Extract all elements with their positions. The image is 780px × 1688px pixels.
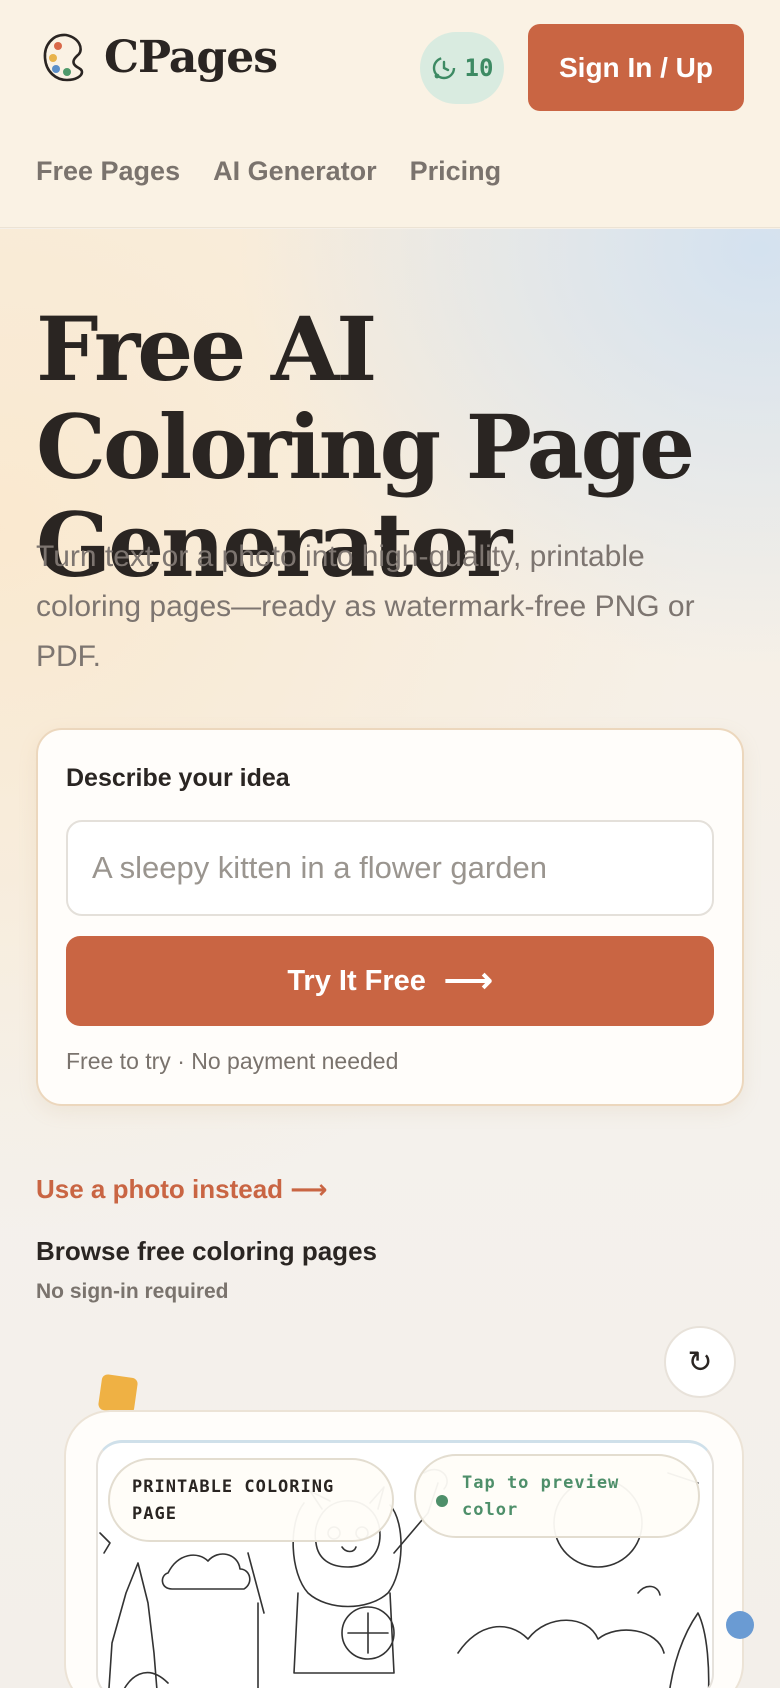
credits-icon xyxy=(432,56,455,80)
credits-badge[interactable]: 10 xyxy=(420,32,504,104)
nav-ai-generator[interactable]: AI Generator xyxy=(213,156,377,187)
browse-subtitle: No sign-in required xyxy=(36,1280,229,1303)
status-dot-icon xyxy=(436,1495,448,1507)
main-nav: Free Pages AI Generator Pricing xyxy=(36,156,501,187)
free-note: Free to try · No payment needed xyxy=(66,1048,399,1074)
credits-count: 10 xyxy=(464,54,494,82)
sign-in-button[interactable]: Sign In / Up xyxy=(528,24,744,111)
use-photo-link[interactable]: Use a photo instead ⟶ xyxy=(36,1174,328,1205)
idea-input[interactable] xyxy=(66,820,714,916)
decorative-sticker xyxy=(97,1373,139,1415)
try-it-free-button[interactable]: Try It Free ⟶ xyxy=(66,936,714,1026)
brand-logo[interactable]: CPages xyxy=(40,30,278,84)
hero-subtitle: Turn text or a photo into high-quality, … xyxy=(36,540,695,673)
printable-badge: PRINTABLE COLORING PAGE xyxy=(108,1458,394,1542)
generator-card: Describe your idea Try It Free ⟶ Free to… xyxy=(36,728,744,1106)
brand-name: CPages xyxy=(104,31,278,83)
tap-preview-badge[interactable]: Tap to preview color xyxy=(414,1454,700,1538)
browse-title: Browse free coloring pages xyxy=(36,1236,377,1266)
arrow-right-icon: ⟶ xyxy=(443,962,493,1000)
idea-label: Describe your idea xyxy=(66,764,290,792)
palette-icon xyxy=(43,33,84,82)
tap-preview-label: Tap to preview color xyxy=(462,1473,620,1520)
site-header: CPages 10 Sign In / Up Free Pages AI Gen… xyxy=(0,0,780,228)
try-button-label: Try It Free xyxy=(287,964,426,997)
floating-color-dot[interactable] xyxy=(726,1611,754,1639)
refresh-icon: ↻ xyxy=(687,1345,713,1379)
nav-free-pages[interactable]: Free Pages xyxy=(36,156,180,187)
nav-pricing[interactable]: Pricing xyxy=(410,156,502,187)
refresh-button[interactable]: ↻ xyxy=(664,1326,736,1398)
